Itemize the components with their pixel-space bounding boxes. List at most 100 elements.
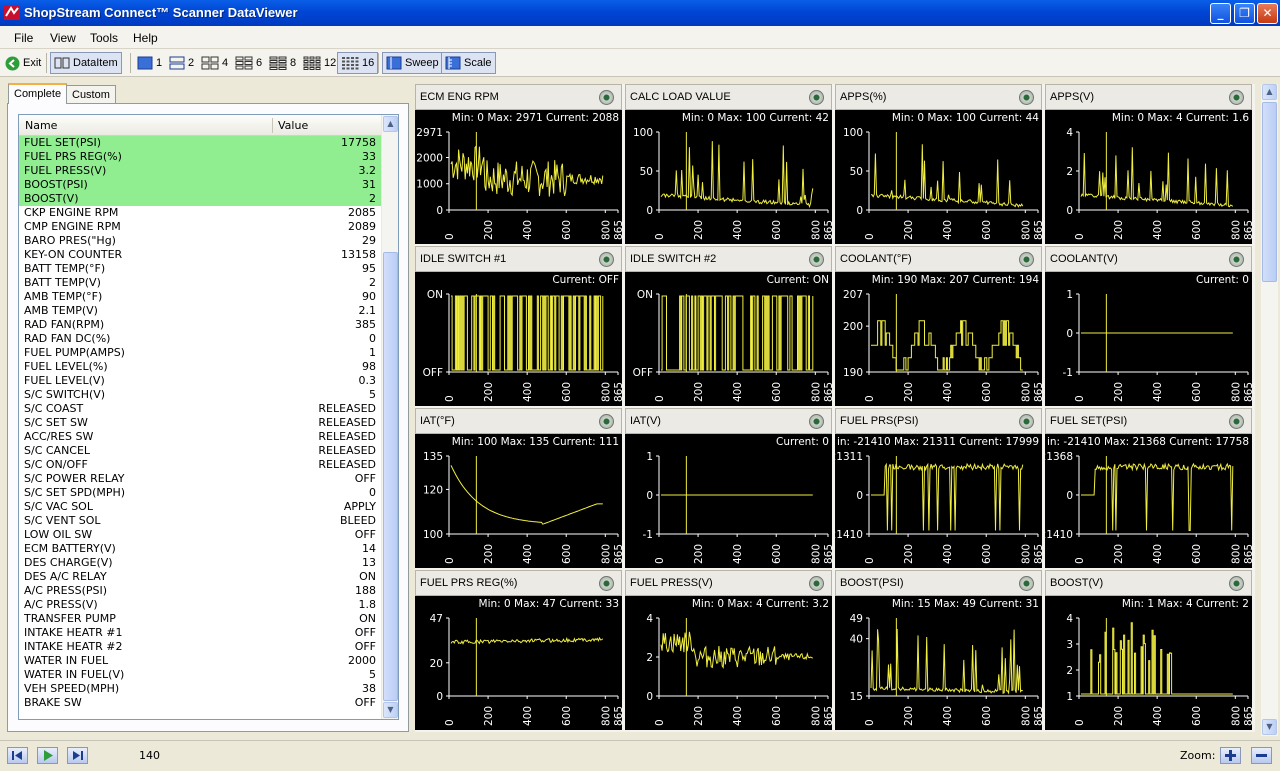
chart-panel[interactable]: BOOST(PSI) Min: 15 Max: 49 Current: 31 49 4… bbox=[835, 570, 1042, 730]
chart-panel[interactable]: FUEL PRS(PSI) in: -21410 Max: 21311 Curre… bbox=[835, 408, 1042, 568]
list-item[interactable]: VEH SPEED(MPH) 38 bbox=[19, 682, 381, 696]
list-item[interactable]: BARO PRES("Hg) 29 bbox=[19, 234, 381, 248]
list-item[interactable]: LOW OIL SW OFF bbox=[19, 528, 381, 542]
chart-options-icon[interactable] bbox=[1019, 252, 1034, 267]
list-item[interactable]: AMB TEMP(°F) 90 bbox=[19, 290, 381, 304]
chart-panel[interactable]: APPS(%) Min: 0 Max: 100 Current: 44 100 50 0… bbox=[835, 84, 1042, 244]
chart-options-icon[interactable] bbox=[1229, 576, 1244, 591]
list-item[interactable]: WATER IN FUEL 2000 bbox=[19, 654, 381, 668]
list-item[interactable]: BATT TEMP(V) 2 bbox=[19, 276, 381, 290]
scale-button[interactable]: Scale bbox=[441, 52, 496, 74]
menu-help[interactable]: Help bbox=[133, 31, 158, 45]
dataitem-button[interactable]: DataItem bbox=[50, 52, 122, 74]
chart-panel[interactable]: ECM ENG RPM Min: 0 Max: 2971 Current: 208… bbox=[415, 84, 622, 244]
list-item[interactable]: AMB TEMP(V) 2.1 bbox=[19, 304, 381, 318]
grid-scroll-down-button[interactable]: ▼ bbox=[1262, 719, 1277, 735]
layout-4-button[interactable]: 4 bbox=[198, 52, 231, 74]
scroll-up-button[interactable]: ▲ bbox=[383, 116, 398, 132]
chart-options-icon[interactable] bbox=[809, 90, 824, 105]
chart-options-icon[interactable] bbox=[809, 414, 824, 429]
list-item[interactable]: A/C PRESS(V) 1.8 bbox=[19, 598, 381, 612]
maximize-button[interactable]: ❐ bbox=[1234, 3, 1255, 24]
chart-panel[interactable]: IAT(°F) Min: 100 Max: 135 Current: 111 135… bbox=[415, 408, 622, 568]
menu-file[interactable]: File bbox=[14, 31, 33, 45]
list-item[interactable]: S/C POWER RELAY OFF bbox=[19, 472, 381, 486]
zoom-in-button[interactable] bbox=[1220, 747, 1241, 764]
chart-panel[interactable]: COOLANT(V) Current: 0 1 0 -1 0 200 400 600 800 865 bbox=[1045, 246, 1252, 406]
chart-panel[interactable]: COOLANT(°F) Min: 190 Max: 207 Current: 19… bbox=[835, 246, 1042, 406]
list-item[interactable]: BOOST(PSI) 31 bbox=[19, 178, 381, 192]
tab-complete[interactable]: Complete bbox=[8, 83, 68, 104]
layout-16-button[interactable]: 16 bbox=[337, 52, 379, 74]
play-button[interactable] bbox=[37, 747, 58, 764]
list-item[interactable]: CMP ENGINE RPM 2089 bbox=[19, 220, 381, 234]
chart-panel[interactable]: APPS(V) Min: 0 Max: 4 Current: 1.6 4 2 0 0 200… bbox=[1045, 84, 1252, 244]
tab-custom[interactable]: Custom bbox=[66, 85, 116, 105]
chart-panel[interactable]: FUEL PRS REG(%) Min: 0 Max: 47 Current: 3… bbox=[415, 570, 622, 730]
chart-panel[interactable]: FUEL PRESS(V) Min: 0 Max: 4 Current: 3.2 4… bbox=[625, 570, 832, 730]
list-item[interactable]: ACC/RES SW RELEASED bbox=[19, 430, 381, 444]
step-back-button[interactable] bbox=[7, 747, 28, 764]
chart-options-icon[interactable] bbox=[599, 90, 614, 105]
chart-options-icon[interactable] bbox=[1019, 414, 1034, 429]
list-item[interactable]: S/C CANCEL RELEASED bbox=[19, 444, 381, 458]
chart-panel[interactable]: CALC LOAD VALUE Min: 0 Max: 100 Current: … bbox=[625, 84, 832, 244]
list-item[interactable]: RAD FAN(RPM) 385 bbox=[19, 318, 381, 332]
chart-options-icon[interactable] bbox=[1229, 414, 1244, 429]
list-item[interactable]: BATT TEMP(°F) 95 bbox=[19, 262, 381, 276]
scroll-thumb[interactable] bbox=[383, 252, 398, 701]
layout-8-button[interactable]: 8 bbox=[266, 52, 299, 74]
list-item[interactable]: DES CHARGE(V) 13 bbox=[19, 556, 381, 570]
list-item[interactable]: FUEL SET(PSI) 17758 bbox=[19, 136, 381, 150]
step-forward-button[interactable] bbox=[67, 747, 88, 764]
layout-2-button[interactable]: 2 bbox=[166, 52, 197, 74]
chart-options-icon[interactable] bbox=[599, 252, 614, 267]
menu-tools[interactable]: Tools bbox=[90, 31, 118, 45]
chart-options-icon[interactable] bbox=[599, 576, 614, 591]
chart-options-icon[interactable] bbox=[809, 252, 824, 267]
list-item[interactable]: S/C VENT SOL BLEED bbox=[19, 514, 381, 528]
list-item[interactable]: S/C SET SW RELEASED bbox=[19, 416, 381, 430]
chart-options-icon[interactable] bbox=[599, 414, 614, 429]
chart-options-icon[interactable] bbox=[1229, 252, 1244, 267]
layout-12-button[interactable]: 12 bbox=[300, 52, 339, 74]
list-item[interactable]: WATER IN FUEL(V) 5 bbox=[19, 668, 381, 682]
list-item[interactable]: DES A/C RELAY ON bbox=[19, 570, 381, 584]
scroll-down-button[interactable]: ▼ bbox=[383, 702, 398, 718]
column-header-name[interactable]: Name bbox=[25, 119, 57, 132]
minimize-button[interactable]: _ bbox=[1210, 3, 1231, 24]
list-item[interactable]: INTAKE HEATR #1 OFF bbox=[19, 626, 381, 640]
grid-scroll-up-button[interactable]: ▲ bbox=[1262, 84, 1277, 100]
chart-grid-scrollbar[interactable]: ▲ ▼ bbox=[1261, 84, 1278, 736]
list-item[interactable]: S/C ON/OFF RELEASED bbox=[19, 458, 381, 472]
list-item[interactable]: BRAKE SW OFF bbox=[19, 696, 381, 710]
close-button[interactable]: ✕ bbox=[1257, 3, 1278, 24]
exit-button[interactable]: Exit bbox=[2, 52, 44, 74]
chart-options-icon[interactable] bbox=[1229, 90, 1244, 105]
sweep-button[interactable]: Sweep bbox=[382, 52, 443, 74]
menu-view[interactable]: View bbox=[50, 31, 76, 45]
list-item[interactable]: INTAKE HEATR #2 OFF bbox=[19, 640, 381, 654]
zoom-out-button[interactable] bbox=[1251, 747, 1272, 764]
list-scrollbar[interactable]: ▲ ▼ bbox=[381, 115, 398, 719]
list-item[interactable]: FUEL PRS REG(%) 33 bbox=[19, 150, 381, 164]
column-divider[interactable] bbox=[272, 118, 273, 133]
list-item[interactable]: CKP ENGINE RPM 2085 bbox=[19, 206, 381, 220]
chart-panel[interactable]: IAT(V) Current: 0 1 0 -1 0 200 400 600 800 865 bbox=[625, 408, 832, 568]
layout-1-button[interactable]: 1 bbox=[134, 52, 165, 74]
column-header-value[interactable]: Value bbox=[278, 119, 308, 132]
list-item[interactable]: KEY-ON COUNTER 13158 bbox=[19, 248, 381, 262]
chart-options-icon[interactable] bbox=[1019, 576, 1034, 591]
list-item[interactable]: BOOST(V) 2 bbox=[19, 192, 381, 206]
list-item[interactable]: FUEL LEVEL(%) 98 bbox=[19, 360, 381, 374]
list-item[interactable]: S/C SWITCH(V) 5 bbox=[19, 388, 381, 402]
grid-scroll-thumb[interactable] bbox=[1262, 102, 1277, 282]
list-item[interactable]: RAD FAN DC(%) 0 bbox=[19, 332, 381, 346]
list-item[interactable]: S/C SET SPD(MPH) 0 bbox=[19, 486, 381, 500]
chart-panel[interactable]: BOOST(V) Min: 1 Max: 4 Current: 2 4 3 2 1 0 200… bbox=[1045, 570, 1252, 730]
list-item[interactable]: FUEL LEVEL(V) 0.3 bbox=[19, 374, 381, 388]
chart-options-icon[interactable] bbox=[1019, 90, 1034, 105]
list-item[interactable]: S/C COAST RELEASED bbox=[19, 402, 381, 416]
layout-6-button[interactable]: 6 bbox=[232, 52, 265, 74]
chart-panel[interactable]: IDLE SWITCH #1 Current: OFF ON OFF 0 200 400 60… bbox=[415, 246, 622, 406]
